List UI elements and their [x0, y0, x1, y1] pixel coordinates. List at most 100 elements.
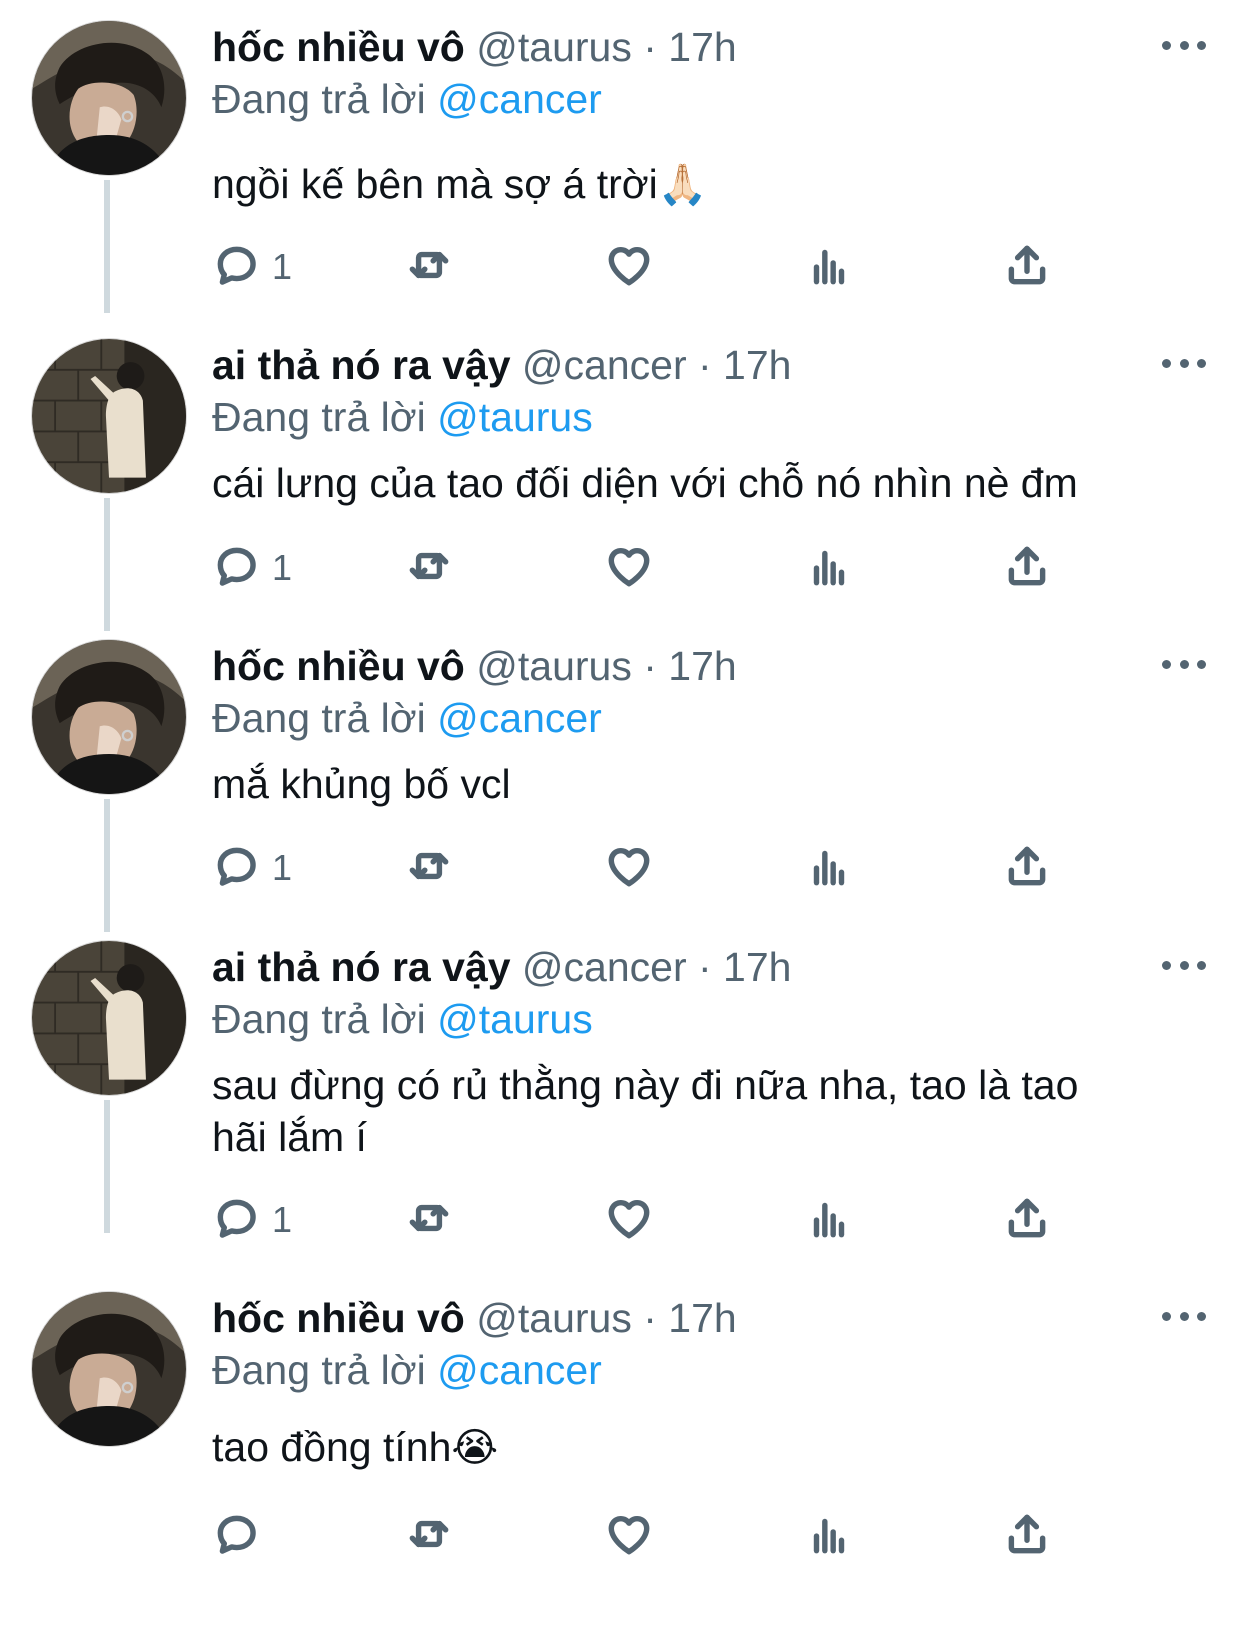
- tweet-header: hốc nhiều vô @taurus · 17h: [212, 18, 737, 76]
- tweet-thread: hốc nhiều vô @taurus · 17h Đang trả lời @…: [0, 0, 1242, 1625]
- like-button[interactable]: [604, 237, 654, 297]
- more-options-icon[interactable]: [1162, 30, 1206, 60]
- tweet-actions: 1: [212, 1190, 1192, 1250]
- more-options-icon[interactable]: [1162, 348, 1206, 378]
- reply-count: 1: [272, 246, 293, 287]
- timestamp[interactable]: 17h: [668, 1295, 736, 1341]
- share-button[interactable]: [1002, 1190, 1052, 1250]
- view-stats-button[interactable]: [804, 838, 854, 898]
- timestamp[interactable]: 17h: [668, 24, 736, 70]
- user-handle[interactable]: @taurus: [476, 643, 632, 689]
- reply-icon: [212, 841, 262, 896]
- share-icon: [1002, 1193, 1052, 1248]
- separator-dot: ·: [631, 1295, 669, 1341]
- tweet-text-content: sau đừng có rủ thằng này đi nữa nha, tao…: [212, 1062, 1079, 1160]
- reply-button[interactable]: 1: [212, 1190, 292, 1250]
- display-name[interactable]: hốc nhiều vô: [212, 643, 465, 689]
- retweet-button[interactable]: [404, 538, 454, 598]
- share-icon: [1002, 240, 1052, 295]
- tweet-text: mắ khủng bố vcl: [212, 758, 1172, 810]
- replying-to: Đang trả lời @cancer: [212, 1343, 602, 1397]
- avatar[interactable]: [31, 338, 187, 494]
- share-button[interactable]: [1002, 838, 1052, 898]
- timestamp[interactable]: 17h: [723, 342, 791, 388]
- share-icon: [1002, 541, 1052, 596]
- view-stats-button[interactable]: [804, 1506, 854, 1566]
- retweet-button[interactable]: [404, 1190, 454, 1250]
- mention-link[interactable]: @taurus: [437, 394, 593, 440]
- retweet-icon: [404, 841, 454, 896]
- mention-link[interactable]: @cancer: [437, 695, 602, 741]
- replying-to: Đang trả lời @taurus: [212, 390, 593, 444]
- tweet-header: ai thả nó ra vậy @cancer · 17h: [212, 336, 791, 394]
- tweet-text-content: ngồi kế bên mà sợ á trời: [212, 161, 658, 207]
- reply-icon: [212, 541, 262, 596]
- user-handle[interactable]: @cancer: [522, 342, 687, 388]
- view-stats-button[interactable]: [804, 538, 854, 598]
- user-handle[interactable]: @cancer: [522, 944, 687, 990]
- tweet[interactable]: ai thả nó ra vậy @cancer · 17h Đang trả l…: [0, 318, 1242, 631]
- replying-to: Đang trả lời @cancer: [212, 72, 602, 126]
- user-handle[interactable]: @taurus: [476, 1295, 632, 1341]
- reply-button[interactable]: 1: [212, 538, 292, 598]
- display-name[interactable]: hốc nhiều vô: [212, 1295, 465, 1341]
- tweet-text-content: cái lưng của tao đối diện với chỗ nó nhì…: [212, 460, 1078, 506]
- like-button[interactable]: [604, 1506, 654, 1566]
- timestamp[interactable]: 17h: [668, 643, 736, 689]
- view-stats-button[interactable]: [804, 237, 854, 297]
- share-button[interactable]: [1002, 538, 1052, 598]
- timestamp[interactable]: 17h: [723, 944, 791, 990]
- thread-connector-line: [104, 799, 110, 932]
- more-options-icon[interactable]: [1162, 1301, 1206, 1331]
- retweet-icon: [404, 1509, 454, 1564]
- tweet[interactable]: ai thả nó ra vậy @cancer · 17h Đang trả l…: [0, 920, 1242, 1240]
- retweet-icon: [404, 240, 454, 295]
- replying-to-label: Đang trả lời: [212, 1347, 426, 1393]
- tweet-actions: 1: [212, 538, 1192, 598]
- avatar[interactable]: [31, 940, 187, 1096]
- tweet-text: sau đừng có rủ thằng này đi nữa nha, tao…: [212, 1059, 1172, 1163]
- avatar[interactable]: [31, 1291, 187, 1447]
- mention-link[interactable]: @cancer: [437, 76, 602, 122]
- reply-button[interactable]: 1: [212, 237, 292, 297]
- tweet[interactable]: hốc nhiều vô @taurus · 17h Đang trả lời @…: [0, 0, 1242, 313]
- tweet-actions: 1: [212, 237, 1192, 297]
- stats-icon: [804, 240, 854, 295]
- thread-connector-line: [104, 498, 110, 631]
- avatar[interactable]: [31, 639, 187, 795]
- retweet-button[interactable]: [404, 1506, 454, 1566]
- share-button[interactable]: [1002, 1506, 1052, 1566]
- like-icon: [604, 1509, 654, 1564]
- like-button[interactable]: [604, 1190, 654, 1250]
- tweet[interactable]: hốc nhiều vô @taurus · 17h Đang trả lời @…: [0, 1271, 1242, 1584]
- retweet-button[interactable]: [404, 237, 454, 297]
- thread-connector-line: [104, 1100, 110, 1233]
- share-button[interactable]: [1002, 237, 1052, 297]
- tweet-actions: 1: [212, 838, 1192, 898]
- like-button[interactable]: [604, 838, 654, 898]
- reply-button[interactable]: 1: [212, 838, 292, 898]
- reply-icon: [212, 1509, 262, 1564]
- mention-link[interactable]: @taurus: [437, 996, 593, 1042]
- tweet[interactable]: hốc nhiều vô @taurus · 17h Đang trả lời @…: [0, 619, 1242, 932]
- retweet-button[interactable]: [404, 838, 454, 898]
- tweet-text: cái lưng của tao đối diện với chỗ nó nhì…: [212, 457, 1172, 509]
- like-button[interactable]: [604, 538, 654, 598]
- reply-count: 1: [272, 847, 293, 888]
- more-options-icon[interactable]: [1162, 649, 1206, 679]
- share-icon: [1002, 1509, 1052, 1564]
- tweet-header: ai thả nó ra vậy @cancer · 17h: [212, 938, 791, 996]
- avatar[interactable]: [31, 20, 187, 176]
- tweet-header: hốc nhiều vô @taurus · 17h: [212, 1289, 737, 1347]
- mention-link[interactable]: @cancer: [437, 1347, 602, 1393]
- display-name[interactable]: hốc nhiều vô: [212, 24, 465, 70]
- view-stats-button[interactable]: [804, 1190, 854, 1250]
- separator-dot: ·: [686, 944, 724, 990]
- user-handle[interactable]: @taurus: [476, 24, 632, 70]
- replying-to-label: Đang trả lời: [212, 996, 426, 1042]
- more-options-icon[interactable]: [1162, 950, 1206, 980]
- display-name[interactable]: ai thả nó ra vậy: [212, 342, 511, 388]
- display-name[interactable]: ai thả nó ra vậy: [212, 944, 511, 990]
- reply-button[interactable]: [212, 1506, 262, 1566]
- emoji: 🙏🏻: [657, 163, 708, 207]
